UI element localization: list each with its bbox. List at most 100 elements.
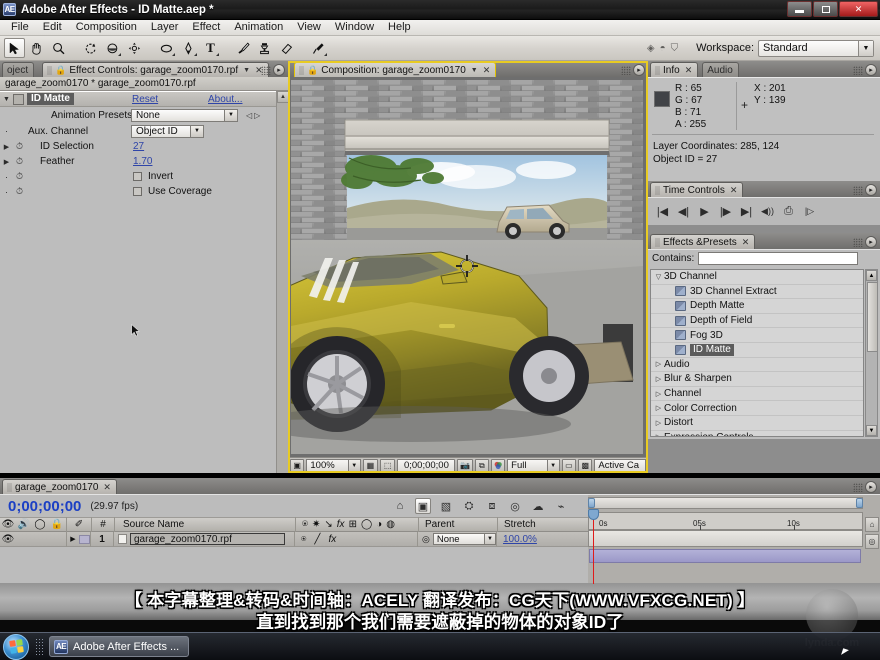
nav-handle-right[interactable] <box>856 498 863 508</box>
panel-menu-icon[interactable]: ▸ <box>273 64 285 76</box>
grid-guides-icon[interactable]: ◈ <box>647 43 655 54</box>
layer-duration-bar[interactable] <box>589 549 861 563</box>
brainstorm-icon[interactable]: ☁ <box>530 498 546 514</box>
chevron-down-icon[interactable]: ▼ <box>471 67 478 74</box>
twirl-right-icon[interactable]: ▷ <box>653 419 664 427</box>
menu-item-layer[interactable]: Layer <box>144 20 186 35</box>
composition-viewport[interactable] <box>288 77 648 457</box>
snapshot-icon[interactable]: ⛉ <box>671 43 679 54</box>
stretch-header[interactable]: Stretch <box>498 519 536 530</box>
resolution-select[interactable]: Full ▼ <box>507 459 560 472</box>
twirl-right-icon[interactable]: ▶ <box>0 143 13 151</box>
effects-category-color-correction[interactable]: ▷ Color Correction <box>651 401 863 416</box>
taskbar-item-after-effects[interactable]: AE Adobe After Effects ... <box>49 636 190 657</box>
lock-icon[interactable]: 🔒 <box>55 65 66 76</box>
menu-item-file[interactable]: File <box>4 20 36 35</box>
effects-category-3d-channel[interactable]: ▽ 3D Channel <box>651 270 863 285</box>
layer-quality-toggle[interactable]: ╱ <box>314 534 320 545</box>
effects-item-fog-3d[interactable]: Fog 3D <box>651 328 863 343</box>
clone-stamp-tool-icon[interactable] <box>254 38 275 58</box>
puppet-pin-tool-icon[interactable] <box>308 38 329 58</box>
composition-tab[interactable]: 🔒 Composition: garage_zoom0170 ▼ ✕ <box>294 62 497 77</box>
menu-item-effect[interactable]: Effect <box>185 20 227 35</box>
parent-header[interactable]: Parent <box>419 519 497 530</box>
effects-item-depth-of-field[interactable]: Depth of Field <box>651 314 863 329</box>
about-link[interactable]: About... <box>208 94 242 105</box>
chevron-down-icon[interactable]: ▼ <box>190 125 203 137</box>
frame-blending-icon[interactable]: ⧈ <box>484 498 500 514</box>
tab-effects-presets[interactable]: Effects &Presets ✕ <box>650 234 756 249</box>
nav-handle-left[interactable] <box>588 498 595 508</box>
twirl-right-icon[interactable]: ▷ <box>653 390 664 398</box>
audio-toggle-button[interactable]: ◀)) <box>760 204 775 219</box>
parent-pickwhip-icon[interactable]: ◎ <box>422 534 430 545</box>
effect-header-row[interactable]: ▼ ID Matte Reset About... <box>0 92 288 107</box>
next-frame-button[interactable]: |▶ <box>718 204 733 219</box>
effect-controls-tab[interactable]: 🔒 Effect Controls: garage_zoom0170.rpf ▼… <box>42 62 269 77</box>
effects-item-id-matte[interactable]: ID Matte <box>651 343 863 358</box>
animation-presets-select[interactable]: None ▼ <box>131 108 238 122</box>
rendered-frame[interactable] <box>291 80 643 454</box>
previous-frame-button[interactable]: ◀| <box>676 204 691 219</box>
panel-menu-icon[interactable]: ▸ <box>865 481 877 493</box>
chevron-down-icon[interactable]: ▼ <box>347 460 360 471</box>
ram-preview-button[interactable]: ⎙ <box>781 204 796 219</box>
pen-tool-icon[interactable] <box>178 38 199 58</box>
live-update-icon[interactable]: ▣ <box>415 498 431 514</box>
motion-blur-icon[interactable]: ◎ <box>507 498 523 514</box>
effects-category-audio[interactable]: ▷ Audio <box>651 358 863 373</box>
effect-enable-checkbox[interactable] <box>13 93 24 105</box>
scroll-up-button[interactable]: ▲ <box>866 270 877 281</box>
current-time-field[interactable]: 0;00;00;00 <box>397 459 456 472</box>
workspace-select[interactable]: Standard ▼ <box>758 39 874 57</box>
shape-tool-icon[interactable] <box>156 38 177 58</box>
close-icon[interactable]: ✕ <box>742 237 750 248</box>
scrollbar-thumb[interactable] <box>867 282 878 352</box>
chevron-down-icon[interactable]: ▼ <box>243 67 250 74</box>
comp-marker-bin-icon[interactable]: ⌂ <box>865 517 879 532</box>
effects-search-input[interactable] <box>698 252 859 265</box>
zoom-tool-icon[interactable] <box>48 38 69 58</box>
id-selection-value[interactable]: 27 <box>133 141 144 152</box>
panel-menu-icon[interactable]: ▸ <box>865 64 877 76</box>
effects-category-expression-controls[interactable]: ▷ Expression Controls <box>651 431 863 436</box>
rotation-tool-icon[interactable] <box>80 38 101 58</box>
table-row[interactable]: 👁 ▶ 1 garage_zoom0170.rpf ⍟ ╱ fx ◎ None … <box>0 531 588 547</box>
always-preview-icon[interactable]: ▣ <box>290 459 305 472</box>
playhead-handle[interactable] <box>588 509 599 520</box>
transparency-grid-icon[interactable]: ◓ <box>660 43 666 54</box>
magnification-select[interactable]: 100% ▼ <box>306 459 361 472</box>
twirl-down-icon[interactable]: ▼ <box>0 96 13 103</box>
close-icon[interactable]: ✕ <box>103 482 111 493</box>
type-tool-icon[interactable]: T <box>200 38 221 58</box>
menu-item-help[interactable]: Help <box>381 20 418 35</box>
menu-item-edit[interactable]: Edit <box>36 20 69 35</box>
menu-item-composition[interactable]: Composition <box>69 20 144 35</box>
twirl-right-icon[interactable]: ▷ <box>653 360 664 368</box>
panel-menu-icon[interactable]: ▸ <box>865 236 877 248</box>
chevron-down-icon[interactable]: ▼ <box>224 109 237 121</box>
stopwatch-icon[interactable]: ⏱ <box>13 141 26 152</box>
timeline-ruler[interactable]: 0s 05s 10s <box>588 512 863 531</box>
show-channel-icon[interactable]: ⧉ <box>474 459 489 472</box>
aux-channel-select[interactable]: Object ID ▼ <box>131 124 204 138</box>
loop-button[interactable]: |▷ <box>802 204 817 219</box>
reset-link[interactable]: Reset <box>132 94 158 105</box>
parent-select[interactable]: None ▼ <box>432 533 496 545</box>
effects-item-depth-matte[interactable]: Depth Matte <box>651 299 863 314</box>
graph-editor-icon[interactable]: ⌁ <box>553 498 569 514</box>
take-snapshot-icon[interactable]: 📷 <box>457 459 473 472</box>
effects-list-scrollbar[interactable]: ▲ ▼ <box>865 269 878 437</box>
composition-mini-flowchart-icon[interactable]: ⌂ <box>392 498 408 514</box>
scroll-down-button[interactable]: ▼ <box>866 425 877 436</box>
menu-item-animation[interactable]: Animation <box>227 20 290 35</box>
region-of-interest-icon[interactable]: ⬚ <box>380 459 396 472</box>
restore-button[interactable] <box>813 1 838 17</box>
twirl-right-icon[interactable]: ▷ <box>653 433 664 436</box>
close-button[interactable]: ✕ <box>839 1 878 17</box>
panel-menu-icon[interactable]: ▸ <box>633 64 645 76</box>
close-icon[interactable]: ✕ <box>730 185 738 196</box>
first-frame-button[interactable]: |◀ <box>655 204 670 219</box>
project-tab[interactable]: oject <box>2 62 35 77</box>
stretch-value[interactable]: 100.0% <box>497 534 537 545</box>
